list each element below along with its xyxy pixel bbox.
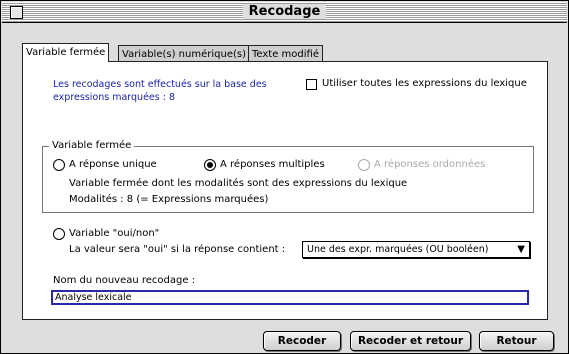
new-recode-name-input[interactable]: Analyse lexicale (51, 290, 529, 305)
yes-no-condition-select[interactable]: Une des expr. marquées (OU booléen) ▼ (302, 241, 530, 258)
use-all-checkbox[interactable] (306, 79, 317, 90)
tab-variable-fermee[interactable]: Variable fermée (22, 43, 110, 62)
recode-and-return-button[interactable]: Recoder et retour (350, 331, 471, 351)
radio-yes-no-variable[interactable] (53, 228, 65, 240)
modalities-count: Modalités : 8 (= Expressions marquées) (69, 194, 269, 205)
tab-texte-modifie[interactable]: Texte modifié (248, 45, 323, 62)
dropdown-arrow-icon: ▼ (517, 244, 525, 255)
yes-no-description: La valeur sera "oui" si la réponse conti… (69, 244, 286, 255)
use-all-label[interactable]: Utiliser toutes les expressions du lexiq… (322, 78, 527, 89)
new-recode-label: Nom du nouveau recodage : (53, 275, 196, 286)
info-line-2: expressions marquées : 8 (53, 92, 176, 103)
radio-single-answer[interactable] (53, 159, 65, 171)
radio-ordered-answers-label: A réponses ordonnées (374, 159, 486, 170)
radio-multiple-answers-label[interactable]: A réponses multiples (220, 159, 325, 170)
tab-variables-numeriques[interactable]: Variable(s) numérique(s) (118, 45, 250, 62)
select-value: Une des expr. marquées (OU booléen) (307, 244, 489, 255)
radio-yes-no-label[interactable]: Variable "oui/non" (69, 228, 159, 239)
radio-ordered-answers (358, 159, 370, 171)
recode-button[interactable]: Recoder (263, 331, 341, 351)
radio-single-answer-label[interactable]: A réponse unique (69, 159, 157, 170)
info-line-1: Les recodages sont effectués sur la base… (53, 79, 267, 90)
dialog-window: Recodage Variable fermée Variable(s) num… (0, 0, 569, 354)
closed-variable-legend: Variable fermée (49, 140, 135, 151)
radio-multiple-answers[interactable] (204, 159, 216, 171)
return-button[interactable]: Retour (479, 331, 554, 351)
title-bar[interactable]: Recodage (2, 2, 567, 23)
window-title: Recodage (242, 4, 327, 19)
info-text: Les recodages sont effectués sur la base… (53, 78, 293, 104)
closed-variable-description: Variable fermée dont les modalités sont … (69, 178, 408, 189)
new-recode-name-value: Analyse lexicale (55, 292, 132, 303)
